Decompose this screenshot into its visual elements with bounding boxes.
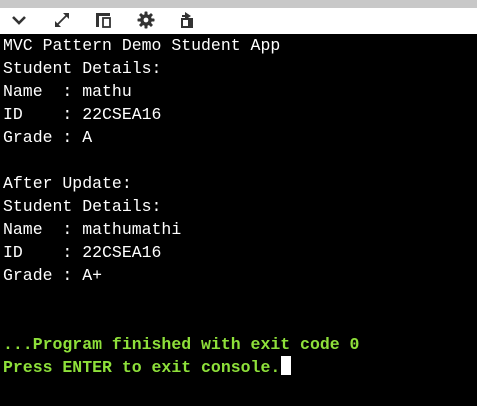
console-line: ID : 22CSEA16: [3, 241, 477, 264]
console-line: Name : mathumathi: [3, 218, 477, 241]
gear-icon[interactable]: [134, 9, 158, 31]
console-line-text: ...Program finished with exit code 0: [3, 335, 360, 354]
console-line-text: Name : mathu: [3, 82, 132, 101]
share-icon[interactable]: [175, 9, 199, 31]
console-line-text: ID : 22CSEA16: [3, 243, 162, 262]
console-line: ID : 22CSEA16: [3, 103, 477, 126]
console-line-text: Student Details:: [3, 197, 162, 216]
console-output[interactable]: MVC Pattern Demo Student App Student Deta…: [0, 34, 477, 406]
console-line: ...Program finished with exit code 0: [3, 333, 477, 356]
console-line: Student Details:: [3, 195, 477, 218]
console-line: Grade : A+: [3, 264, 477, 287]
console-line: Grade : A: [3, 126, 477, 149]
console-line-text: After Update:: [3, 174, 132, 193]
toolbar-top-border: [0, 0, 477, 8]
text-cursor: [281, 356, 292, 375]
console-line-text: Grade : A: [3, 128, 93, 147]
console-line-text: Student Details:: [3, 59, 162, 78]
console-toolbar: [0, 0, 477, 34]
console-line-text: MVC Pattern Demo Student App: [3, 36, 281, 55]
console-line: MVC Pattern Demo Student App: [3, 34, 477, 57]
expand-icon[interactable]: [50, 9, 74, 31]
console-line-text: Press ENTER to exit console.: [3, 358, 281, 377]
chevron-down-icon[interactable]: [7, 9, 31, 31]
console-line: Student Details:: [3, 57, 477, 80]
console-line: After Update:: [3, 172, 477, 195]
console-line-text: ID : 22CSEA16: [3, 105, 162, 124]
console-line-text: Grade : A+: [3, 266, 103, 285]
split-view-icon[interactable]: [91, 9, 115, 31]
console-line: Name : mathu: [3, 80, 477, 103]
console-line-text: Name : mathumathi: [3, 220, 182, 239]
console-line: Press ENTER to exit console.: [3, 356, 477, 379]
